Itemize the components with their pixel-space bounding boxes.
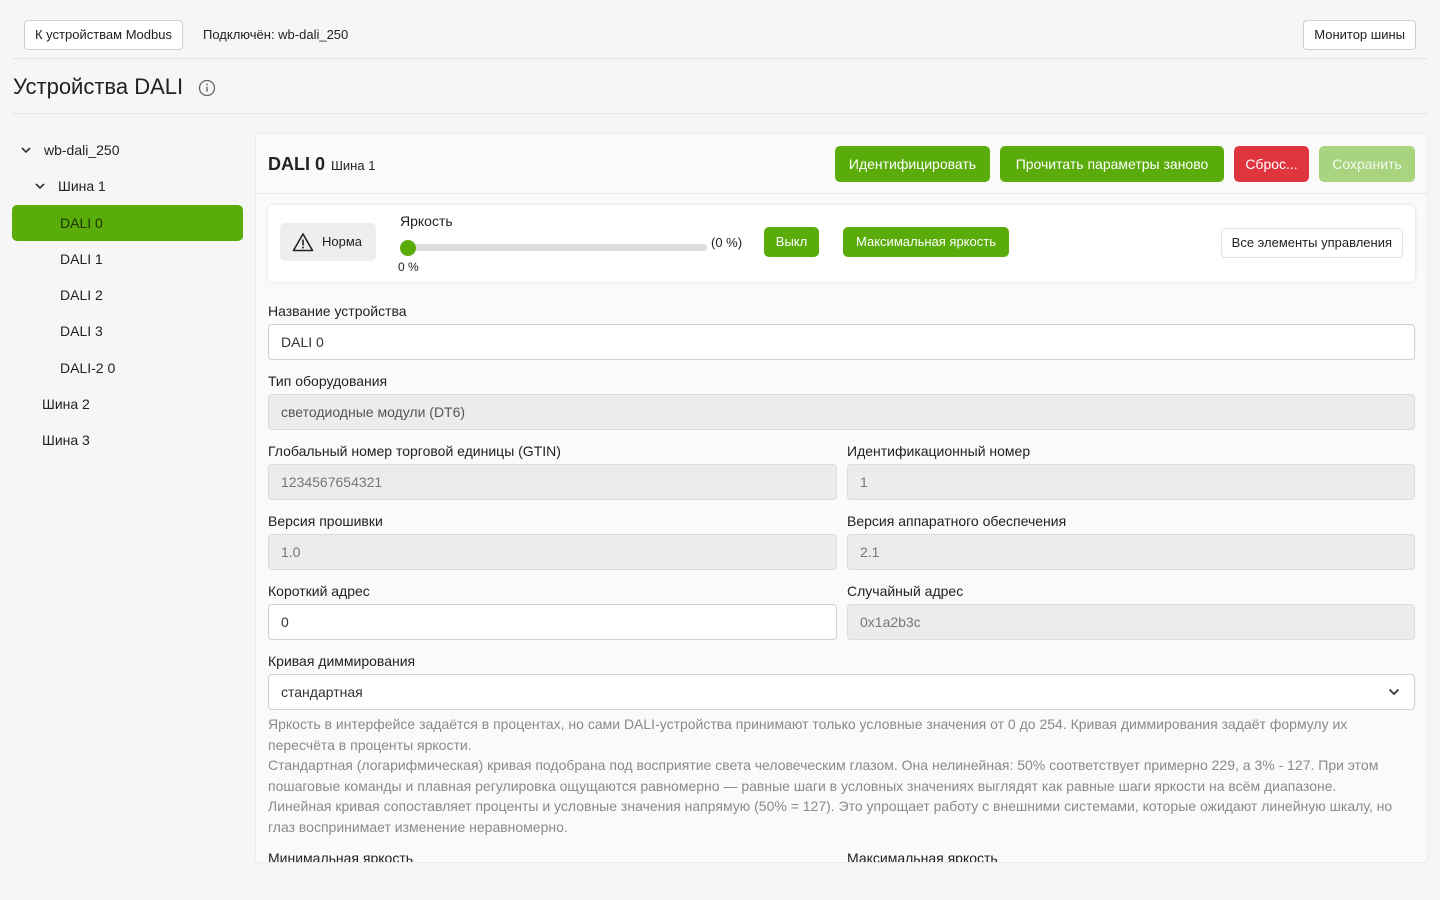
reread-params-button[interactable]: Прочитать параметры заново <box>1000 146 1224 182</box>
bus-monitor-button[interactable]: Монитор шины <box>1303 20 1416 50</box>
firmware-label: Версия прошивки <box>268 513 383 529</box>
identify-button[interactable]: Идентифицировать <box>835 146 990 182</box>
tree-item-controller[interactable]: wb-dali_250 <box>44 132 120 168</box>
status-label: Норма <box>322 234 363 249</box>
tree-item-device[interactable]: DALI 1 <box>60 241 103 277</box>
help-paragraph: Яркость в интерфейсе задаётся в процента… <box>268 716 1348 753</box>
device-panel: DALI 0 Шина 1 Идентифицировать Прочитать… <box>255 133 1428 863</box>
tree-item-bus-1[interactable]: Шина 1 <box>58 168 106 204</box>
dimming-curve-select[interactable]: стандартная <box>268 674 1415 710</box>
device-bus-label: Шина 1 <box>331 158 376 173</box>
short-address-label: Короткий адрес <box>268 583 370 599</box>
brightness-slider-handle[interactable] <box>400 240 416 256</box>
brightness-value-below: 0 % <box>398 260 419 274</box>
help-paragraph: Линейная кривая сопоставляет проценты и … <box>268 798 1393 835</box>
gtin-field: 1234567654321 <box>268 464 837 500</box>
help-paragraph: Стандартная (логарифмическая) кривая под… <box>268 757 1379 794</box>
title-divider <box>12 113 1428 114</box>
short-address-input[interactable]: 0 <box>268 604 837 640</box>
warning-icon <box>292 233 314 252</box>
dimming-curve-help: Яркость в интерфейсе задаётся в процента… <box>268 714 1414 837</box>
hardware-label: Версия аппаратного обеспечения <box>847 513 1067 529</box>
brightness-slider[interactable] <box>400 244 707 251</box>
gtin-label: Глобальный номер торговой единицы (GTIN) <box>268 443 561 459</box>
device-type-label: Тип оборудования <box>268 373 388 389</box>
info-icon[interactable] <box>198 79 216 97</box>
id-number-label: Идентификационный номер <box>847 443 1031 459</box>
tree-item-bus-2[interactable]: Шина 2 <box>42 386 90 422</box>
device-type-field: светодиодные модули (DT6) <box>268 394 1415 430</box>
tree-item-device[interactable]: DALI 0 <box>60 205 103 241</box>
dimming-curve-label: Кривая диммирования <box>268 653 416 669</box>
reset-button[interactable]: Сброс... <box>1234 146 1309 182</box>
brightness-label: Яркость <box>400 213 453 229</box>
chevron-down-icon <box>1388 688 1400 696</box>
dimming-curve-value: стандартная <box>281 684 363 700</box>
device-title: DALI 0 <box>268 154 326 174</box>
tree-item-device[interactable]: DALI-2 0 <box>60 350 115 386</box>
max-brightness-label: Максимальная яркость <box>847 850 998 863</box>
page-title: Устройства DALI <box>13 74 184 99</box>
max-brightness-button[interactable]: Максимальная яркость <box>843 227 1009 257</box>
hardware-field: 2.1 <box>847 534 1415 570</box>
chevron-down-icon[interactable] <box>35 181 45 191</box>
brightness-value: (0 %) <box>711 235 743 250</box>
control-card: Норма Яркость (0 %) 0 % Выкл Максимальна… <box>268 205 1415 282</box>
device-name-label: Название устройства <box>268 303 407 319</box>
status-badge: Норма <box>280 223 376 261</box>
tree-item-device[interactable]: DALI 2 <box>60 277 103 313</box>
random-address-label: Случайный адрес <box>847 583 964 599</box>
all-controls-button[interactable]: Все элементы управления <box>1220 228 1403 258</box>
tree-item-selected-bg[interactable] <box>12 205 243 241</box>
back-to-modbus-button[interactable]: К устройствам Modbus <box>24 20 183 50</box>
min-brightness-label: Минимальная яркость <box>268 850 414 863</box>
chevron-down-icon[interactable] <box>21 145 31 155</box>
id-number-field: 1 <box>847 464 1415 500</box>
save-button[interactable]: Сохранить <box>1319 146 1415 182</box>
off-button[interactable]: Выкл <box>764 227 819 257</box>
device-name-input[interactable]: DALI 0 <box>268 324 1415 360</box>
tree-item-bus-3[interactable]: Шина 3 <box>42 422 90 458</box>
top-bar: К устройствам Modbus Подключён: wb-dali_… <box>12 0 1428 59</box>
tree-item-device[interactable]: DALI 3 <box>60 313 103 349</box>
device-header: DALI 0 Шина 1 Идентифицировать Прочитать… <box>256 134 1427 194</box>
random-address-field: 0x1a2b3c <box>847 604 1415 640</box>
firmware-field: 1.0 <box>268 534 837 570</box>
connection-status: Подключён: wb-dali_250 <box>203 27 349 42</box>
all-controls-label: Все элементы управления <box>1231 235 1392 250</box>
